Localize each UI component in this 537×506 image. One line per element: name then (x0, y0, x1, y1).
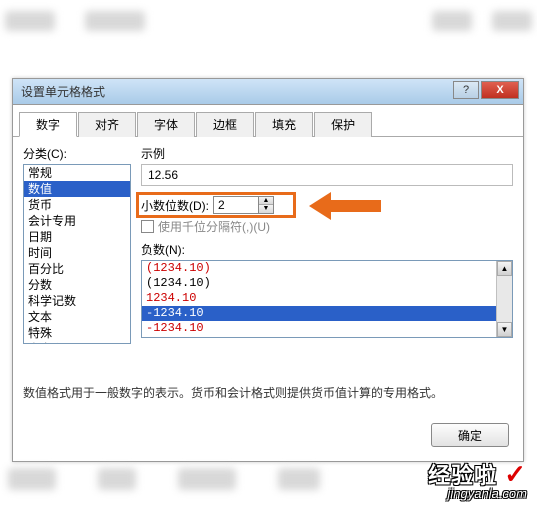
thousands-separator-label: 使用千位分隔符(,)(U) (158, 218, 270, 235)
category-item-fraction[interactable]: 分数 (24, 277, 130, 293)
category-item-special[interactable]: 特殊 (24, 325, 130, 341)
titlebar: 设置单元格格式 ? X (13, 79, 523, 105)
sample-label: 示例 (141, 145, 513, 162)
category-item-number[interactable]: 数值 (24, 181, 130, 197)
spin-down-icon[interactable]: ▼ (259, 205, 273, 213)
category-item-custom[interactable]: 自定义 (24, 341, 130, 344)
category-item-scientific[interactable]: 科学记数 (24, 293, 130, 309)
tab-font[interactable]: 字体 (137, 112, 195, 137)
negative-option[interactable]: (1234.10) (142, 276, 512, 291)
scroll-down-icon[interactable]: ▼ (497, 322, 512, 337)
tab-number[interactable]: 数字 (19, 112, 77, 137)
dialog-title: 设置单元格格式 (21, 83, 105, 100)
arrow-annotation (309, 192, 381, 220)
sample-value: 12.56 (148, 168, 178, 182)
negative-option[interactable]: -1234.10 (142, 306, 512, 321)
tab-strip: 数字 对齐 字体 边框 填充 保护 (13, 107, 523, 137)
category-item-accounting[interactable]: 会计专用 (24, 213, 130, 229)
negative-numbers-list[interactable]: (1234.10) (1234.10) 1234.10 -1234.10 -12… (141, 260, 513, 338)
spin-up-icon[interactable]: ▲ (259, 197, 273, 205)
decimal-places-input[interactable] (214, 197, 258, 213)
scroll-up-icon[interactable]: ▲ (497, 261, 512, 276)
category-list[interactable]: 常规 数值 货币 会计专用 日期 时间 百分比 分数 科学记数 文本 特殊 自定… (23, 164, 131, 344)
watermark: 经验啦 ✓ jingyanla.com (428, 461, 527, 500)
scrollbar[interactable]: ▲ ▼ (496, 261, 512, 337)
close-button[interactable]: X (481, 81, 519, 99)
negative-option[interactable]: -1234.10 (142, 321, 512, 336)
category-item-percentage[interactable]: 百分比 (24, 261, 130, 277)
ok-button[interactable]: 确定 (431, 423, 509, 447)
decimal-places-label: 小数位数(D): (141, 197, 209, 214)
negative-option[interactable]: 1234.10 (142, 291, 512, 306)
category-item-currency[interactable]: 货币 (24, 197, 130, 213)
watermark-text: 经验啦 (428, 463, 497, 488)
tab-alignment[interactable]: 对齐 (78, 112, 136, 137)
format-cells-dialog: 设置单元格格式 ? X 数字 对齐 字体 边框 填充 保护 分类(C): 常规 … (12, 78, 524, 462)
negative-numbers-label: 负数(N): (141, 241, 513, 258)
category-item-date[interactable]: 日期 (24, 229, 130, 245)
sample-box: 12.56 (141, 164, 513, 186)
negative-option[interactable]: (1234.10) (142, 261, 512, 276)
watermark-url: jingyanla.com (428, 487, 527, 500)
checkmark-icon: ✓ (504, 459, 527, 489)
tab-fill[interactable]: 填充 (255, 112, 313, 137)
thousands-separator-checkbox[interactable] (141, 220, 154, 233)
tab-border[interactable]: 边框 (196, 112, 254, 137)
help-button[interactable]: ? (453, 81, 479, 99)
category-label: 分类(C): (23, 145, 131, 162)
tab-protection[interactable]: 保护 (314, 112, 372, 137)
category-item-text[interactable]: 文本 (24, 309, 130, 325)
category-item-time[interactable]: 时间 (24, 245, 130, 261)
format-description: 数值格式用于一般数字的表示。货币和会计格式则提供货币值计算的专用格式。 (23, 384, 513, 401)
category-item-general[interactable]: 常规 (24, 165, 130, 181)
